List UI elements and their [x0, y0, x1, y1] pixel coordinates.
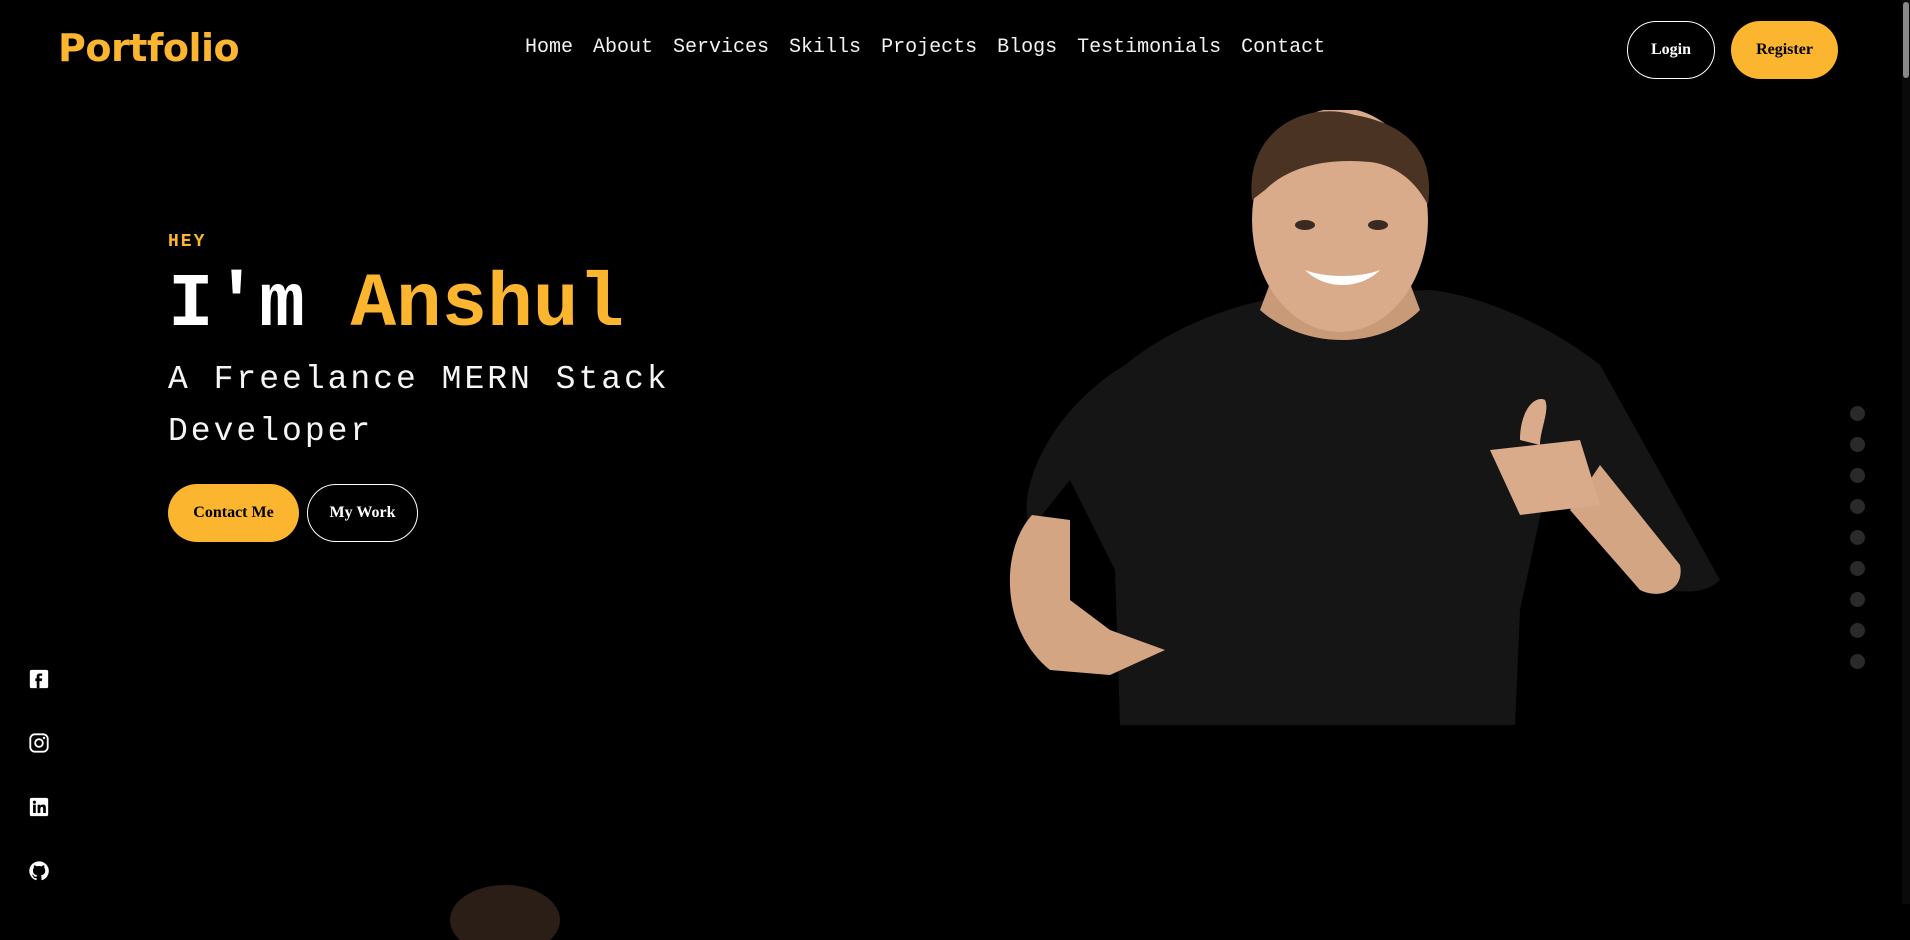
linkedin-icon	[29, 797, 49, 817]
main-nav: Home About Services Skills Projects Blog…	[525, 36, 1325, 59]
instagram-icon	[29, 733, 49, 753]
section-dot[interactable]	[1850, 437, 1865, 452]
scrollbar-track[interactable]	[1902, 0, 1910, 904]
hero-name: Anshul	[350, 262, 625, 348]
scrollbar-thumb[interactable]	[1903, 2, 1909, 78]
nav-projects[interactable]: Projects	[881, 36, 977, 59]
hero-greeting: HEY	[168, 232, 207, 252]
nav-about[interactable]: About	[593, 36, 653, 59]
section-dot[interactable]	[1850, 468, 1865, 483]
section-dot[interactable]	[1850, 499, 1865, 514]
section-dot[interactable]	[1850, 623, 1865, 638]
about-section-image-peek	[450, 885, 560, 940]
nav-testimonials[interactable]: Testimonials	[1077, 36, 1221, 59]
nav-blogs[interactable]: Blogs	[997, 36, 1057, 59]
section-dot[interactable]	[1850, 654, 1865, 669]
hero-subtitle: A Freelance MERN Stack Developer	[168, 361, 670, 450]
facebook-link[interactable]	[28, 668, 52, 692]
github-link[interactable]	[28, 860, 52, 884]
instagram-link[interactable]	[28, 732, 52, 756]
contact-me-button[interactable]: Contact Me	[168, 484, 299, 542]
my-work-button[interactable]: My Work	[307, 484, 418, 542]
hero-person-image	[1009, 110, 1720, 725]
facebook-icon	[29, 669, 49, 689]
hero-intro: I'm	[168, 262, 351, 348]
section-dots	[1850, 406, 1865, 669]
hero-headline: I'm Anshul	[168, 262, 624, 348]
register-button[interactable]: Register	[1731, 21, 1838, 79]
site-logo[interactable]: Portfolio	[58, 26, 240, 70]
nav-skills[interactable]: Skills	[789, 36, 861, 59]
github-icon	[29, 861, 49, 881]
section-dot[interactable]	[1850, 592, 1865, 607]
nav-contact[interactable]: Contact	[1241, 36, 1325, 59]
nav-services[interactable]: Services	[673, 36, 769, 59]
section-dot[interactable]	[1850, 530, 1865, 545]
linkedin-link[interactable]	[28, 796, 52, 820]
login-button[interactable]: Login	[1627, 21, 1715, 79]
section-dot[interactable]	[1850, 406, 1865, 421]
section-dot[interactable]	[1850, 561, 1865, 576]
nav-home[interactable]: Home	[525, 36, 573, 59]
